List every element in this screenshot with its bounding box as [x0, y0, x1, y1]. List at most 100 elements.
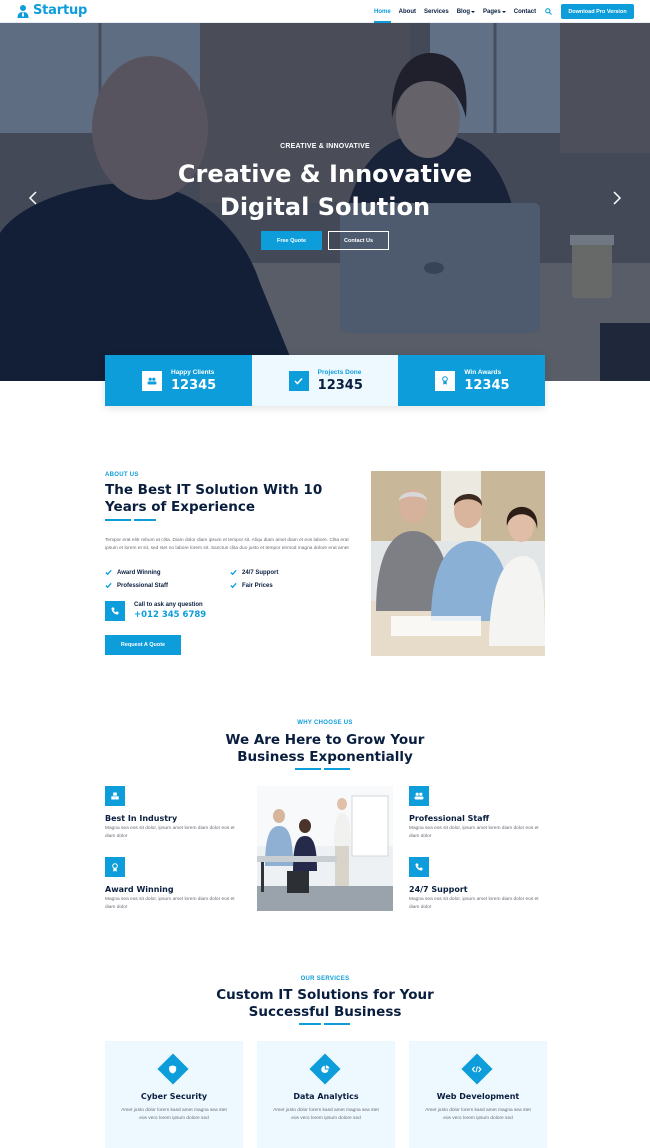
feature-label: Fair Prices: [242, 582, 273, 589]
shield-icon: [157, 1053, 189, 1085]
brand-name: Startup: [33, 3, 88, 18]
why-item-text: Magna sea eos sit dolor, ipsum amet lore…: [409, 826, 539, 839]
service-title: Data Analytics: [293, 1092, 359, 1101]
check-icon: [230, 569, 237, 576]
call-label: Call to ask any question: [134, 602, 203, 608]
feature-label: Professional Staff: [117, 582, 169, 589]
nav-about[interactable]: About: [399, 0, 416, 23]
service-card-cyber-security[interactable]: Cyber Security Amet justo dolor lorem ka…: [105, 1041, 243, 1148]
nav-blog-label: Blog: [456, 8, 471, 15]
service-text: Amet justo dolor lorem kasd amet magna s…: [425, 1108, 531, 1121]
why-item-text: Magna sea eos sit dolor, ipsum amet lore…: [409, 897, 539, 910]
chart-icon: [309, 1053, 341, 1085]
title-underline: [134, 519, 156, 521]
feature-item: Award Winning: [105, 569, 230, 576]
code-icon: [461, 1053, 493, 1085]
title-underline: [324, 768, 350, 770]
phone-icon: [105, 601, 125, 621]
why-item-best-industry: Best In Industry Magna sea eos sit dolor…: [105, 786, 245, 840]
request-quote-button[interactable]: Request A Quote: [105, 635, 181, 655]
nav-blog-dropdown[interactable]: Blog: [456, 0, 476, 23]
cubes-icon: [105, 786, 125, 806]
about-title: The Best IT Solution With 10 Years of Ex…: [105, 482, 323, 515]
download-pro-button[interactable]: Download Pro Version: [561, 4, 634, 19]
why-title-line1: We Are Here to Grow Your: [225, 732, 425, 748]
award-icon: [105, 857, 125, 877]
award-icon: [435, 370, 456, 391]
stat-happy-clients: Happy Clients 12345: [105, 355, 252, 406]
check-icon: [288, 370, 309, 391]
service-title: Cyber Security: [140, 1092, 208, 1101]
why-item-award-winning: Award Winning Magna sea eos sit dolor, i…: [105, 857, 245, 911]
stat-projects-done: Projects Done 12345: [251, 355, 399, 406]
service-card-data-analytics[interactable]: Data Analytics Amet justo dolor lorem ka…: [257, 1041, 395, 1148]
services-title-line2: Successful Business: [248, 1004, 402, 1020]
why-image: [257, 786, 393, 911]
users-icon: [409, 786, 429, 806]
why-item-text: Magna sea eos sit dolor, ipsum amet lore…: [105, 826, 235, 839]
hero-eyebrow: CREATIVE & INNOVATIVE: [280, 143, 370, 150]
check-icon: [105, 569, 112, 576]
stat-value: 12345: [171, 377, 217, 393]
chevron-right-icon[interactable]: [612, 191, 622, 205]
feature-item: Professional Staff: [105, 582, 230, 589]
nav-contact[interactable]: Contact: [514, 0, 536, 23]
about-eyebrow: ABOUT US: [105, 472, 139, 478]
why-eyebrow: WHY CHOOSE US: [297, 720, 353, 726]
nav-home[interactable]: Home: [374, 0, 391, 23]
title-underline: [324, 1023, 350, 1025]
hero-title-line1: Creative & Innovative: [177, 160, 473, 188]
services-eyebrow: OUR SERVICES: [300, 976, 350, 982]
feature-item: 24/7 Support: [230, 569, 355, 576]
users-icon: [142, 370, 162, 391]
why-item-title: Best In Industry: [105, 814, 178, 823]
chevron-left-icon[interactable]: [28, 191, 38, 205]
stat-label: Happy Clients: [171, 368, 215, 376]
nav-links: Home About Services Blog Pages Contact: [374, 0, 544, 23]
call-number[interactable]: +012 345 6789: [134, 610, 206, 620]
why-item-title: Award Winning: [105, 885, 174, 894]
brand-logo[interactable]: Startup: [16, 3, 87, 18]
nav-pages-label: Pages: [483, 8, 501, 15]
feature-label: 24/7 Support: [242, 569, 279, 576]
title-underline: [299, 1023, 321, 1025]
phone-icon: [409, 857, 429, 877]
why-item-text: Magna sea eos sit dolor, ipsum amet lore…: [105, 897, 235, 910]
why-item-professional-staff: Professional Staff Magna sea eos sit dol…: [409, 786, 549, 840]
hero-title: Creative & Innovative Digital Solution: [0, 158, 650, 224]
contact-us-button[interactable]: Contact Us: [328, 231, 389, 250]
stats-bar: Happy Clients 12345 Projects Done 12345 …: [105, 355, 546, 406]
services-title: Custom IT Solutions for Your Successful …: [0, 987, 650, 1021]
free-quote-button[interactable]: Free Quote: [261, 231, 322, 250]
stat-value: 12345: [464, 377, 510, 393]
why-item-title: 24/7 Support: [409, 885, 468, 894]
nav-pages-dropdown[interactable]: Pages: [483, 0, 506, 23]
service-title: Web Development: [436, 1092, 520, 1101]
service-text: Amet justo dolor lorem kasd amet magna s…: [121, 1108, 227, 1121]
title-underline: [105, 519, 131, 521]
nav-contact-label: Contact: [513, 8, 537, 15]
feature-item: Fair Prices: [230, 582, 355, 589]
nav-about-label: About: [398, 8, 416, 15]
about-text: Tempor erat elitr rebum at clita. Diam d…: [105, 538, 349, 551]
hero-carousel: CREATIVE & INNOVATIVE Creative & Innovat…: [0, 23, 650, 381]
feature-list: Award Winning 24/7 Support Professional …: [105, 569, 355, 589]
service-text: Amet justo dolor lorem kasd amet magna s…: [273, 1108, 379, 1121]
hero-title-line2: Digital Solution: [219, 193, 431, 221]
service-card-web-development[interactable]: Web Development Amet justo dolor lorem k…: [409, 1041, 547, 1148]
why-item-title: Professional Staff: [409, 814, 490, 823]
nav-services[interactable]: Services: [424, 0, 449, 23]
why-title-line2: Business Exponentially: [237, 749, 413, 765]
stat-value: 12345: [317, 377, 363, 393]
check-icon: [230, 582, 237, 589]
nav-services-label: Services: [424, 8, 449, 15]
stat-label: Projects Done: [317, 368, 362, 376]
nav-home-label: Home: [374, 8, 391, 15]
check-icon: [105, 582, 112, 589]
title-underline: [295, 768, 321, 770]
call-box: Call to ask any question +012 345 6789: [105, 601, 206, 621]
services-title-line1: Custom IT Solutions for Your: [216, 987, 434, 1003]
search-icon[interactable]: [545, 8, 552, 15]
user-tie-icon: [17, 4, 29, 18]
feature-label: Award Winning: [117, 569, 161, 576]
